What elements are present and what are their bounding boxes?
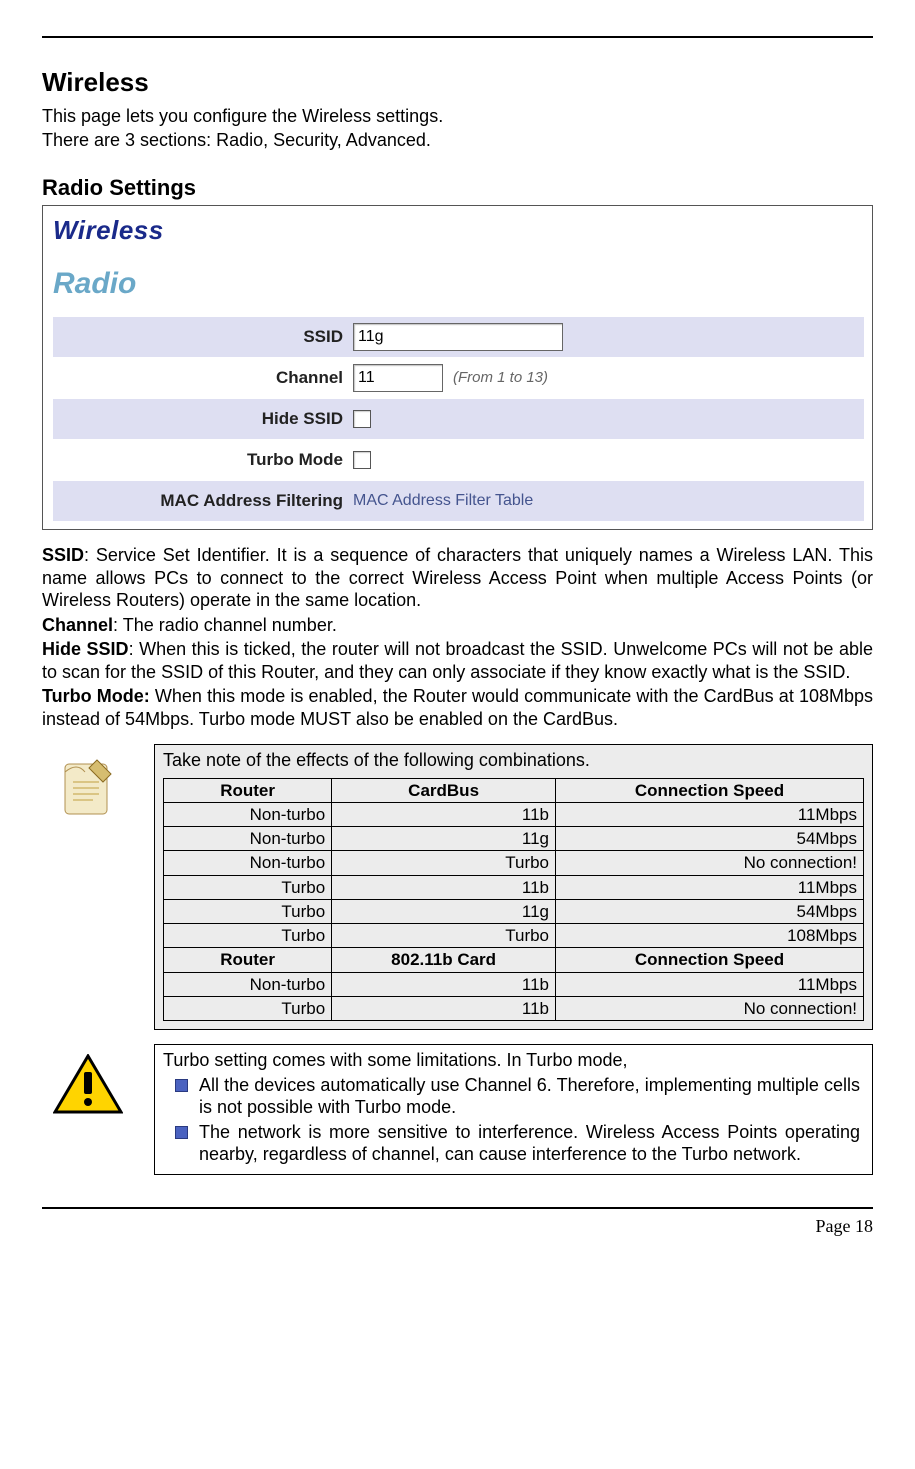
top-rule <box>42 36 873 38</box>
def-ssid-term: SSID <box>42 545 84 565</box>
definitions-block: SSID: Service Set Identifier. It is a se… <box>42 544 873 730</box>
def-channel-text: : The radio channel number. <box>113 615 337 635</box>
warning-block: Turbo setting comes with some limitation… <box>42 1044 873 1175</box>
radio-settings-panel: Wireless Radio SSID Channel (From 1 to 1… <box>42 205 873 530</box>
page-title: Wireless <box>42 66 873 99</box>
def-hide-text: : When this is ticked, the router will n… <box>42 639 873 682</box>
table-row: Non-turbo11b11Mbps <box>164 802 864 826</box>
table-header-1: Router CardBus Connection Speed <box>164 778 864 802</box>
table-row: Turbo11bNo connection! <box>164 996 864 1020</box>
warning-box: Turbo setting comes with some limitation… <box>154 1044 873 1175</box>
label-ssid: SSID <box>53 326 353 347</box>
table-row: Turbo11b11Mbps <box>164 875 864 899</box>
radio-settings-heading: Radio Settings <box>42 174 873 202</box>
th-router-2: Router <box>164 948 332 972</box>
label-turbo: Turbo Mode <box>53 449 353 470</box>
turbo-checkbox[interactable] <box>353 451 371 469</box>
warning-bullet-1: All the devices automatically use Channe… <box>199 1074 860 1119</box>
panel-section-radio: Radio <box>53 265 864 303</box>
table-row: Non-turboTurboNo connection! <box>164 851 864 875</box>
mac-filter-link[interactable]: MAC Address Filter Table <box>353 491 533 511</box>
th-speed-2: Connection Speed <box>556 948 864 972</box>
def-ssid-text: : Service Set Identifier. It is a sequen… <box>42 545 873 610</box>
table-row: Non-turbo11b11Mbps <box>164 972 864 996</box>
note-icon <box>42 744 134 1030</box>
intro-line-2: There are 3 sections: Radio, Security, A… <box>42 129 873 152</box>
def-turbo-text: When this mode is enabled, the Router wo… <box>42 686 873 729</box>
row-turbo: Turbo Mode <box>53 439 864 480</box>
panel-title-wireless: Wireless <box>53 214 864 247</box>
note-box: Take note of the effects of the followin… <box>154 744 873 1030</box>
note-block: Take note of the effects of the followin… <box>42 744 873 1030</box>
th-80211b: 802.11b Card <box>332 948 556 972</box>
intro-block: This page lets you configure the Wireles… <box>42 105 873 152</box>
def-channel-term: Channel <box>42 615 113 635</box>
table-row: Non-turbo11g54Mbps <box>164 827 864 851</box>
def-hide-term: Hide SSID <box>42 639 129 659</box>
bottom-rule <box>42 1207 873 1209</box>
table-row: Turbo11g54Mbps <box>164 899 864 923</box>
intro-line-1: This page lets you configure the Wireles… <box>42 105 873 128</box>
th-speed: Connection Speed <box>556 778 864 802</box>
hide-ssid-checkbox[interactable] <box>353 410 371 428</box>
label-hide-ssid: Hide SSID <box>53 408 353 429</box>
row-channel: Channel (From 1 to 13) <box>53 357 864 398</box>
note-lead: Take note of the effects of the followin… <box>163 749 864 772</box>
channel-input[interactable] <box>353 364 443 392</box>
table-header-2: Router 802.11b Card Connection Speed <box>164 948 864 972</box>
th-cardbus: CardBus <box>332 778 556 802</box>
def-turbo-term: Turbo Mode: <box>42 686 150 706</box>
label-channel: Channel <box>53 367 353 388</box>
warning-lead: Turbo setting comes with some limitation… <box>163 1049 864 1072</box>
channel-hint: (From 1 to 13) <box>453 369 548 388</box>
label-mac-filter: MAC Address Filtering <box>53 490 353 511</box>
th-router: Router <box>164 778 332 802</box>
row-hide-ssid: Hide SSID <box>53 398 864 439</box>
warning-icon <box>42 1044 134 1175</box>
row-ssid: SSID <box>53 316 864 357</box>
combo-table: Router CardBus Connection Speed Non-turb… <box>163 778 864 1022</box>
table-row: TurboTurbo108Mbps <box>164 924 864 948</box>
page-footer: Page 18 <box>42 1215 873 1238</box>
warning-bullet-2: The network is more sensitive to interfe… <box>199 1121 860 1166</box>
row-mac-filter: MAC Address Filtering MAC Address Filter… <box>53 480 864 521</box>
ssid-input[interactable] <box>353 323 563 351</box>
